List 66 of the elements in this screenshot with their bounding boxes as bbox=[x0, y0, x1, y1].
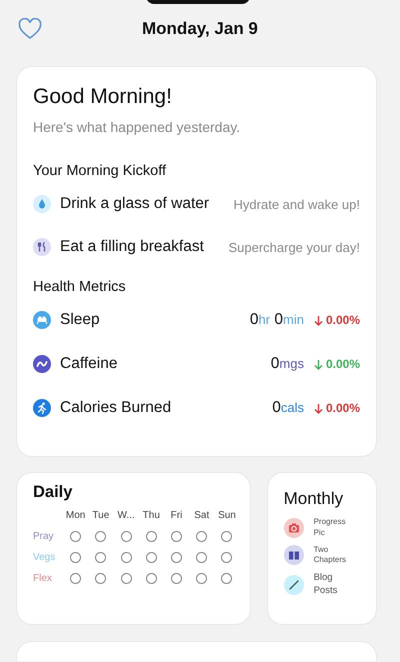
habit-checkbox[interactable] bbox=[171, 573, 182, 584]
card-title: Daily bbox=[33, 483, 74, 502]
habit-checkbox[interactable] bbox=[221, 531, 232, 542]
camera-icon bbox=[284, 518, 304, 538]
metric-value: 0hr 0min bbox=[250, 311, 304, 329]
day-label: Sun bbox=[217, 510, 237, 521]
habit-checkbox[interactable] bbox=[95, 552, 106, 563]
task-note: Hydrate and wake up! bbox=[234, 196, 360, 212]
habit-checkbox[interactable] bbox=[146, 531, 157, 542]
day-label: Tue bbox=[91, 510, 110, 521]
habit-checkbox[interactable] bbox=[70, 573, 82, 584]
task-label: Eat a filling breakfast bbox=[60, 238, 205, 256]
habit-checkbox[interactable] bbox=[70, 552, 82, 563]
greeting-heading: Good Morning! bbox=[33, 85, 173, 109]
metric-value: 0mgs bbox=[270, 355, 304, 373]
down-arrow-icon bbox=[314, 402, 323, 414]
habit-checkbox[interactable] bbox=[171, 552, 182, 563]
wave-icon bbox=[33, 355, 51, 373]
day-label: Fri bbox=[170, 510, 184, 521]
date-title: Monday, Jan 9 bbox=[142, 19, 258, 39]
water-drop-icon bbox=[33, 195, 51, 213]
habit-checkbox[interactable] bbox=[120, 552, 132, 563]
day-label: Sat bbox=[193, 510, 210, 521]
goal-label: Two Chapters bbox=[314, 544, 348, 566]
habit-checkbox[interactable] bbox=[120, 531, 132, 542]
habit-checkbox[interactable] bbox=[196, 573, 208, 584]
habit-checkbox[interactable] bbox=[221, 552, 232, 563]
down-arrow-icon bbox=[314, 358, 323, 370]
day-label: Thu bbox=[142, 510, 161, 521]
habit-checkbox[interactable] bbox=[146, 573, 157, 584]
metric-label: Caffeine bbox=[60, 355, 118, 373]
goal-label: Blog Posts bbox=[314, 572, 338, 598]
heart-icon bbox=[18, 18, 42, 40]
section-heading: Your Morning Kickoff bbox=[33, 163, 167, 179]
habit-checkbox[interactable] bbox=[70, 531, 82, 542]
change-indicator: 0.00% bbox=[314, 313, 360, 327]
habit-checkbox[interactable] bbox=[171, 531, 182, 542]
habit-label: Pray bbox=[33, 531, 55, 542]
fork-knife-icon bbox=[33, 238, 51, 256]
metric-value: 0cals bbox=[272, 399, 304, 417]
book-icon bbox=[284, 545, 304, 566]
change-indicator: 0.00% bbox=[314, 401, 360, 415]
pencil-icon bbox=[284, 575, 304, 595]
habit-checkbox[interactable] bbox=[221, 573, 232, 584]
habit-label: Flex bbox=[33, 573, 53, 584]
habit-checkbox[interactable] bbox=[196, 552, 208, 563]
down-arrow-icon bbox=[314, 314, 323, 326]
bed-icon bbox=[33, 311, 51, 329]
habit-checkbox[interactable] bbox=[120, 573, 132, 584]
change-indicator: 0.00% bbox=[314, 357, 360, 371]
metric-label: Calories Burned bbox=[60, 399, 172, 417]
card-title: Monthly bbox=[284, 489, 344, 509]
habit-checkbox[interactable] bbox=[146, 552, 157, 563]
habit-checkbox[interactable] bbox=[95, 531, 106, 542]
goal-label: Progress Pic bbox=[314, 517, 347, 539]
subtitle-text: Here's what happened yesterday. bbox=[33, 119, 242, 135]
task-label: Drink a glass of water bbox=[60, 195, 210, 213]
habit-label: Vegs bbox=[33, 552, 56, 563]
habit-checkbox[interactable] bbox=[95, 573, 106, 584]
day-label: Mon bbox=[64, 510, 86, 521]
day-label: W... bbox=[116, 510, 136, 521]
habit-checkbox[interactable] bbox=[196, 531, 208, 542]
section-heading: Health Metrics bbox=[33, 279, 127, 295]
runner-icon bbox=[33, 399, 51, 417]
metric-label: Sleep bbox=[60, 311, 101, 329]
task-note: Supercharge your day! bbox=[228, 240, 360, 254]
